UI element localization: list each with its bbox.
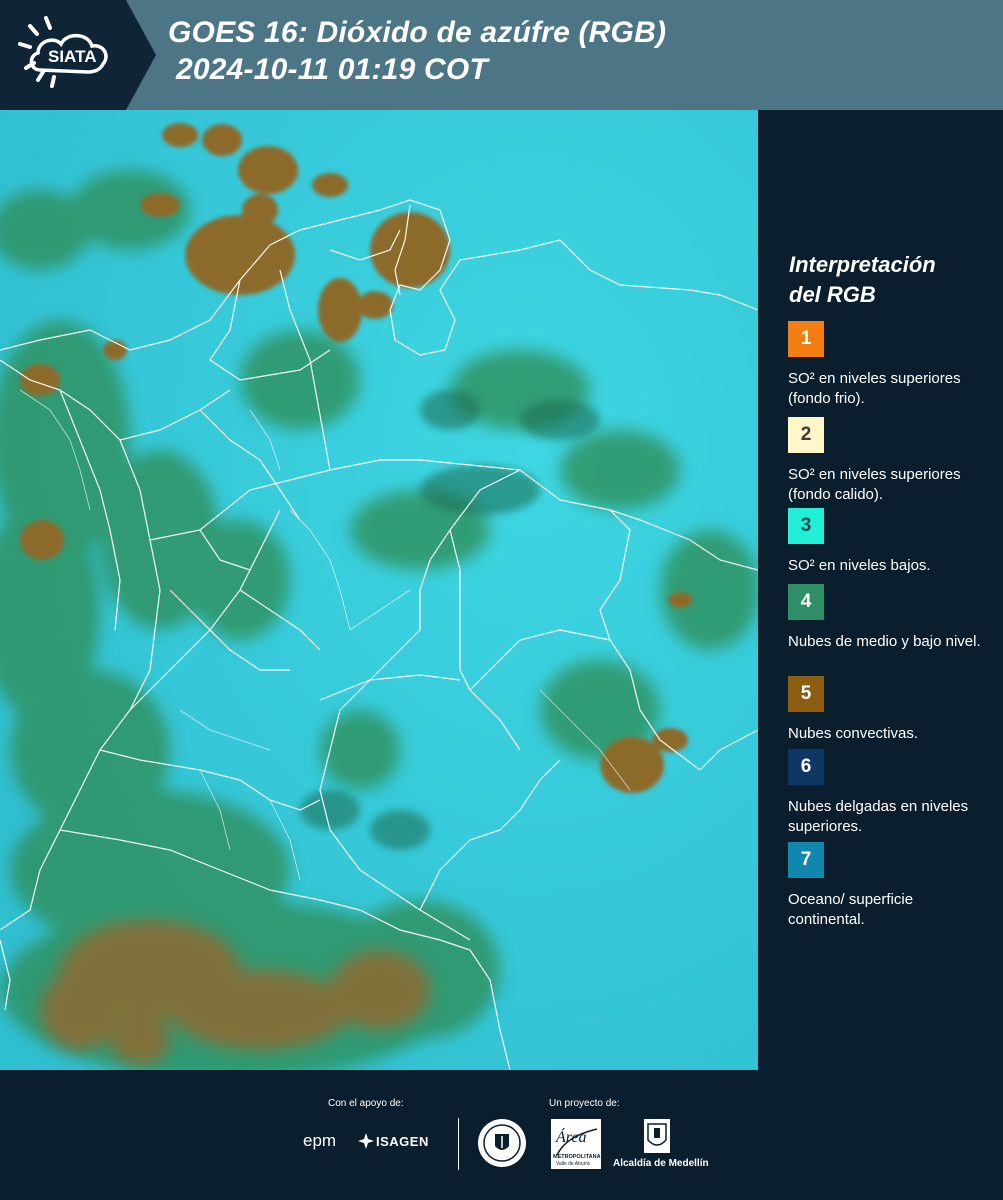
support-label: Con el apoyo de: bbox=[328, 1098, 404, 1109]
title-line-datetime: 2024-10-11 01:19 COT bbox=[176, 53, 488, 86]
legend-swatch: 7 bbox=[788, 842, 824, 878]
goes16-so2-rgb-product: SIATA GOES 16: Dióxido de azúfre (RGB) 2… bbox=[0, 0, 1003, 1200]
legend-item-label: Nubes convectivas. bbox=[788, 725, 919, 742]
siata-logo-icon: SIATA bbox=[0, 0, 156, 110]
legend-item-label: Nubes delgadas en niveles superiores. bbox=[788, 798, 969, 835]
legend-swatch: 3 bbox=[788, 508, 824, 544]
legend-swatch: 1 bbox=[788, 321, 824, 357]
legend-swatch: 6 bbox=[788, 749, 824, 785]
legend-swatch: 4 bbox=[788, 584, 824, 620]
area-logo-sub2: Valle de Aburrá bbox=[556, 1161, 590, 1167]
legend-item: 1 SO² en niveles superiores (fondo frio)… bbox=[788, 321, 988, 409]
medellin-seal-icon bbox=[478, 1119, 526, 1167]
legend-item: 6 Nubes delgadas en niveles superiores. bbox=[788, 749, 988, 837]
isagen-logo-icon bbox=[358, 1133, 374, 1149]
rgb-legend-panel: Interpretación del RGB 1 SO² en niveles … bbox=[758, 110, 1003, 1070]
legend-item: 7 Oceano/ superficie continental. bbox=[788, 842, 988, 930]
area-logo-sub1: METROPOLITANA bbox=[553, 1154, 601, 1160]
satellite-map bbox=[0, 110, 758, 1070]
siata-logo-text: SIATA bbox=[48, 47, 96, 66]
footer-divider bbox=[458, 1118, 459, 1170]
legend-swatch: 2 bbox=[788, 417, 824, 453]
header-banner: SIATA GOES 16: Dióxido de azúfre (RGB) 2… bbox=[0, 0, 1003, 110]
area-logo-text: Área bbox=[556, 1129, 587, 1146]
isagen-logo: ISAGEN bbox=[376, 1134, 429, 1149]
satellite-rgb-image bbox=[0, 110, 758, 1070]
legend-title: Interpretación del RGB bbox=[789, 252, 936, 307]
legend-item-label: Oceano/ superficie continental. bbox=[788, 891, 914, 928]
project-label: Un proyecto de: bbox=[549, 1098, 620, 1109]
legend-swatch: 5 bbox=[788, 676, 824, 712]
legend-item-label: SO² en niveles superiores (fondo calido)… bbox=[788, 466, 961, 503]
product-title: GOES 16: Dióxido de azúfre (RGB) 2024-10… bbox=[168, 14, 666, 88]
title-line-product: GOES 16: Dióxido de azúfre (RGB) bbox=[168, 16, 667, 49]
epm-logo: epm bbox=[303, 1131, 337, 1150]
siata-logo: SIATA bbox=[0, 0, 156, 110]
legend-item: 3 SO² en niveles bajos. bbox=[788, 508, 988, 576]
legend-item-label: Nubes de medio y bajo nivel. bbox=[788, 633, 981, 650]
area-metropolitana-logo: Área METROPOLITANA Valle de Aburrá bbox=[551, 1119, 601, 1169]
legend-item: 5 Nubes convectivas. bbox=[788, 676, 988, 744]
legend-item-label: SO² en niveles superiores (fondo frio). bbox=[788, 370, 961, 407]
alcaldia-emblem-icon bbox=[644, 1119, 670, 1153]
alcaldia-label: Alcaldía de Medellín bbox=[613, 1158, 709, 1169]
legend-item-label: SO² en niveles bajos. bbox=[788, 557, 931, 574]
legend-item: 2 SO² en niveles superiores (fondo calid… bbox=[788, 417, 988, 505]
sponsors-footer: Con el apoyo de: Un proyecto de: epm ISA… bbox=[0, 1070, 1003, 1200]
legend-item: 4 Nubes de medio y bajo nivel. bbox=[788, 584, 988, 652]
